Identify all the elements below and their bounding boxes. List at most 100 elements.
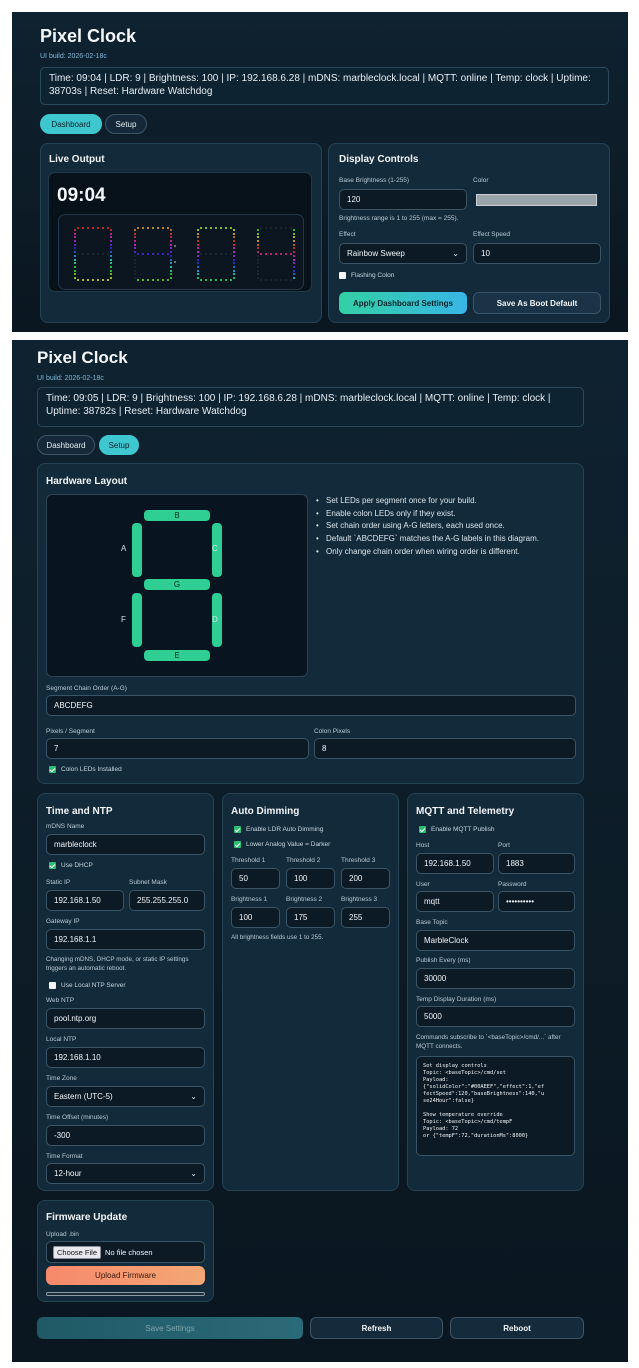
- segment-led: [74, 266, 76, 268]
- port-label: Port: [498, 842, 510, 849]
- choose-file-button[interactable]: Choose File: [53, 1245, 102, 1259]
- segment-led: [134, 243, 136, 246]
- segment-led: [76, 253, 79, 255]
- chevron-down-icon: ⌄: [190, 1169, 197, 1178]
- checkbox-box: [419, 826, 426, 833]
- refresh-button[interactable]: Refresh: [310, 1317, 443, 1339]
- local-ntp-checkbox[interactable]: Use Local NTP Server: [49, 982, 126, 989]
- brightness3-input[interactable]: 255: [341, 907, 390, 928]
- port-input[interactable]: 1883: [498, 853, 575, 874]
- threshold1-input[interactable]: 50: [231, 868, 280, 889]
- segment-led: [293, 228, 295, 231]
- segment-led: [157, 227, 160, 229]
- effect-speed-input[interactable]: 10: [473, 243, 601, 264]
- segment-led: [233, 277, 235, 280]
- segment-led: [81, 279, 84, 281]
- mqtt-command-examples: Set display controls Topic: <baseTopic>/…: [416, 1056, 575, 1156]
- brightness2-input[interactable]: 175: [286, 907, 335, 928]
- build-label: UI build: 2026-02-18c: [40, 53, 107, 60]
- format-select[interactable]: 12-hour ⌄: [46, 1163, 205, 1184]
- segment-led: [197, 277, 199, 280]
- tab-setup[interactable]: Setup: [99, 435, 139, 455]
- reboot-button[interactable]: Reboot: [450, 1317, 584, 1339]
- user-input[interactable]: mqtt: [416, 891, 494, 912]
- gateway-input[interactable]: 192.168.1.1: [46, 929, 205, 950]
- threshold3-input[interactable]: 200: [341, 868, 390, 889]
- use-dhcp-checkbox[interactable]: Use DHCP: [49, 862, 93, 869]
- segment-led: [134, 254, 136, 257]
- segment-led: [280, 279, 283, 281]
- web-ntp-input[interactable]: pool.ntp.org: [46, 1008, 205, 1029]
- upload-firmware-button[interactable]: Upload Firmware: [46, 1266, 205, 1285]
- password-label: Password: [498, 881, 527, 888]
- flashing-colon-checkbox[interactable]: Flashing Colon: [339, 272, 394, 279]
- save-boot-default-button[interactable]: Save As Boot Default: [473, 292, 601, 314]
- temp-duration-input[interactable]: 5000: [416, 1006, 575, 1027]
- segment-led: [162, 253, 165, 255]
- display-controls-title: Display Controls: [339, 154, 419, 165]
- brightness1-label: Brightness 1: [231, 896, 268, 903]
- static-ip-input[interactable]: 192.168.1.50: [46, 890, 124, 911]
- segment-d-label: D: [212, 615, 218, 624]
- base-topic-label: Base Topic: [416, 919, 448, 926]
- segment-led: [257, 273, 259, 276]
- segment-led: [74, 269, 76, 272]
- led-digits-display: [58, 214, 304, 290]
- chain-order-input[interactable]: ABCDEFG: [46, 695, 576, 716]
- apply-dashboard-button[interactable]: Apply Dashboard Settings: [339, 292, 467, 314]
- brightness3-value: 255: [349, 913, 363, 922]
- segment-led: [157, 279, 160, 281]
- tab-dashboard[interactable]: Dashboard: [40, 114, 102, 134]
- format-value: 12-hour: [54, 1169, 82, 1178]
- segment-led: [275, 279, 277, 281]
- segment-led: [162, 279, 165, 281]
- brightness-range-note: Brightness range is 1 to 255 (max = 255)…: [339, 215, 459, 222]
- colon-installed-checkbox[interactable]: Colon LEDs Installed: [49, 766, 122, 773]
- publish-every-input[interactable]: 30000: [416, 968, 575, 989]
- local-ntp-input[interactable]: 192.168.1.10: [46, 1047, 205, 1068]
- segment-led: [134, 277, 136, 280]
- brightness2-value: 175: [294, 913, 308, 922]
- pixels-segment-value: 7: [54, 744, 59, 753]
- threshold2-input[interactable]: 100: [286, 868, 335, 889]
- base-brightness-input[interactable]: 120: [339, 189, 467, 210]
- tab-dashboard[interactable]: Dashboard: [37, 435, 95, 455]
- effect-select[interactable]: Rainbow Sweep ⌄: [339, 243, 467, 264]
- colon-pixels-input[interactable]: 8: [314, 738, 576, 759]
- segment-led: [257, 277, 259, 280]
- segment-led: [197, 262, 199, 265]
- ldr-dimming-checkbox[interactable]: Enable LDR Auto Dimming: [234, 826, 323, 833]
- color-picker[interactable]: [476, 194, 597, 206]
- segment-led: [199, 279, 202, 281]
- segment-led: [257, 266, 259, 268]
- lower-darker-checkbox[interactable]: Lower Analog Value = Darker: [234, 841, 330, 848]
- subnet-input[interactable]: 255.255.255.0: [129, 890, 205, 911]
- save-settings-button[interactable]: Save Settings: [37, 1317, 303, 1339]
- segment-led: [170, 277, 172, 280]
- password-input[interactable]: ••••••••••: [498, 891, 575, 912]
- publish-every-value: 30000: [424, 974, 447, 983]
- segment-led: [220, 227, 223, 229]
- segment-led: [81, 253, 84, 255]
- mdns-input[interactable]: marbleclock: [46, 834, 205, 855]
- hardware-layout-title: Hardware Layout: [46, 476, 128, 487]
- tab-setup[interactable]: Setup: [105, 114, 147, 134]
- host-input[interactable]: 192.168.1.50: [416, 853, 494, 874]
- pixels-segment-input[interactable]: 7: [46, 738, 309, 759]
- segment-led: [136, 227, 139, 229]
- no-file-label: No file chosen: [105, 1247, 153, 1257]
- offset-input[interactable]: -300: [46, 1125, 205, 1146]
- segment-led: [293, 254, 295, 257]
- file-input[interactable]: Choose File No file chosen: [46, 1241, 205, 1263]
- segment-led: [220, 279, 223, 281]
- segment-led: [293, 247, 295, 250]
- timezone-select[interactable]: Eastern (UTC-5) ⌄: [46, 1086, 205, 1107]
- chevron-down-icon: ⌄: [190, 1092, 197, 1101]
- brightness1-input[interactable]: 100: [231, 907, 280, 928]
- mqtt-publish-checkbox[interactable]: Enable MQTT Publish: [419, 826, 494, 833]
- publish-every-label: Publish Every (ms): [416, 957, 471, 964]
- segment-led: [74, 251, 76, 254]
- base-topic-input[interactable]: MarbleClock: [416, 930, 575, 951]
- segment-led: [92, 253, 94, 255]
- segment-led: [74, 273, 76, 276]
